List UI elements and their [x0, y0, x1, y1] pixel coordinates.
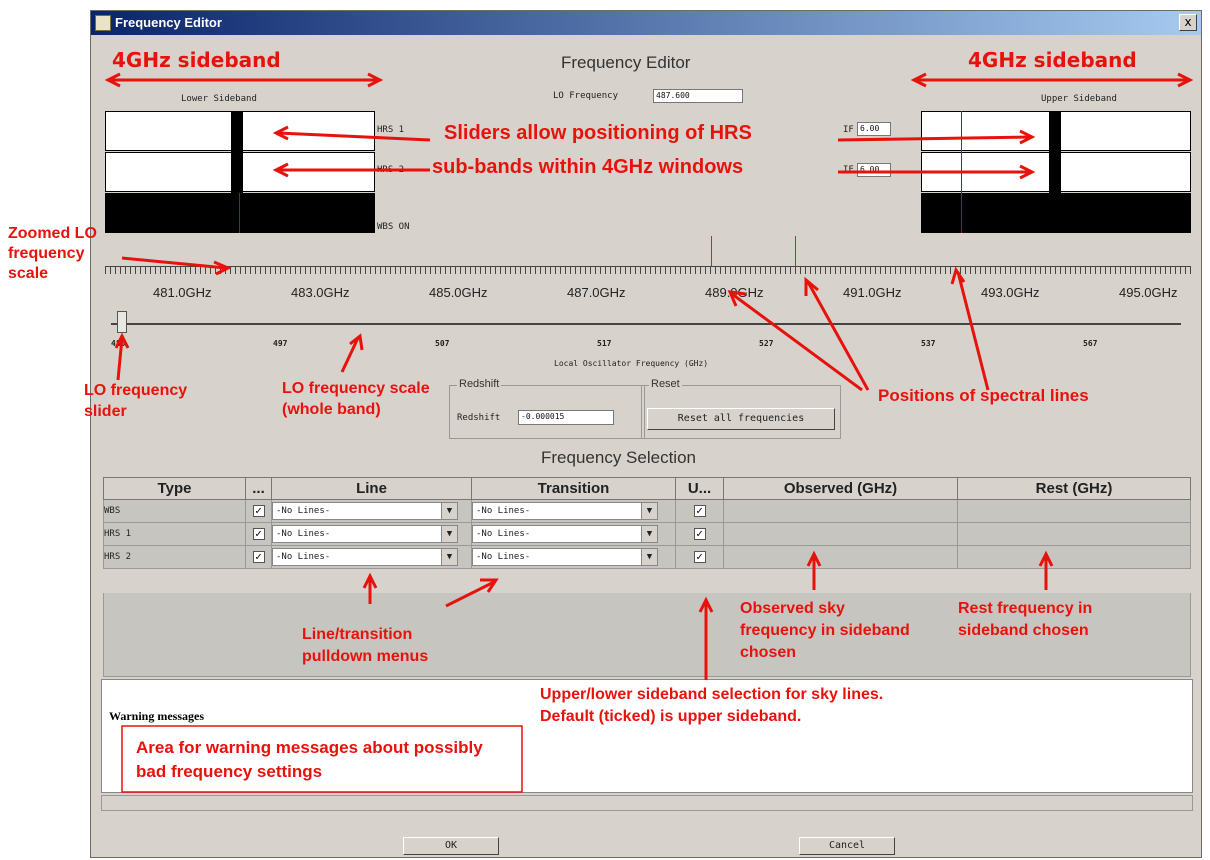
- annotation-sideband-selection: Upper/lower sideband selection for sky l…: [540, 686, 884, 725]
- annotation-sliders-2: sub-bands within 4GHz windows: [432, 156, 744, 178]
- annotation-pulldown: Line/transition pulldown menus: [302, 626, 429, 665]
- annotation-observed: Observed sky frequency in sideband chose…: [740, 600, 910, 661]
- annotation-lo-scale: LO frequency scale (whole band): [282, 380, 430, 418]
- annotation-spectral-lines: Positions of spectral lines: [878, 386, 1089, 405]
- annotation-sideband-right: 4GHz sideband: [968, 48, 1137, 72]
- annotation-warning-area: Area for warning messages about possibly…: [136, 738, 483, 781]
- annotation-lo-slider: LO frequency slider: [84, 382, 188, 420]
- annotation-sideband-left: 4GHz sideband: [112, 48, 281, 72]
- annotation-rest: Rest frequency in sideband chosen: [958, 600, 1093, 639]
- annotation-zoomed-lo: Zoomed LO frequency scale: [8, 225, 97, 282]
- annotation-sliders-1: Sliders allow positioning of HRS: [444, 122, 752, 144]
